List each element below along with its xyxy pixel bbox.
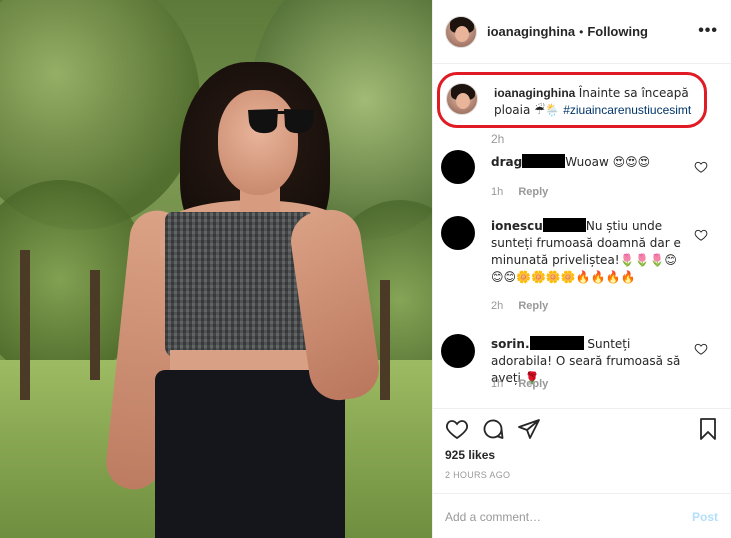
caption-highlight: ioanaginghina Înainte sa înceapă ploaia … — [437, 72, 707, 128]
post-side-panel: ioanaginghina • Following ••• ioanagingh… — [432, 0, 731, 538]
caption-username[interactable]: ioanaginghina — [494, 86, 575, 100]
post-button[interactable]: Post — [692, 510, 718, 524]
comment-text: drag Wuoaw 😍😍😍 — [491, 154, 687, 171]
caption-text: ioanaginghina Înainte sa înceapă ploaia … — [494, 85, 699, 119]
redaction-box — [522, 154, 566, 168]
bookmark-icon[interactable] — [696, 417, 720, 441]
comment-composer: Add a comment… Post — [433, 493, 731, 538]
like-heart-icon[interactable] — [445, 417, 469, 441]
comment-bubble-icon[interactable] — [481, 417, 505, 441]
tree-trunk — [380, 280, 390, 400]
post-header: ioanaginghina • Following ••• — [433, 0, 731, 64]
avatar[interactable] — [441, 150, 475, 184]
comment-text: ionescu Nu știu unde sunteți frumoasă doa… — [491, 218, 687, 286]
comment-meta: 2h Reply — [491, 300, 548, 312]
caption-time: 2h — [491, 132, 505, 146]
avatar[interactable] — [441, 334, 475, 368]
avatar[interactable] — [446, 83, 478, 115]
likes-count[interactable]: 925 likes — [445, 448, 495, 462]
share-send-icon[interactable] — [517, 417, 541, 441]
tree-trunk — [20, 250, 30, 400]
post-photo[interactable] — [0, 0, 432, 538]
redaction-box — [529, 336, 584, 350]
avatar[interactable] — [445, 15, 477, 48]
comment-time: 2h — [491, 300, 504, 312]
sunglasses — [248, 109, 314, 134]
following-button[interactable]: Following — [587, 24, 648, 39]
comment-username[interactable]: drag — [491, 155, 522, 169]
comment-time: 1h — [491, 186, 504, 198]
avatar[interactable] — [441, 216, 475, 250]
author-username[interactable]: ioanaginghina — [487, 24, 575, 39]
comment-input[interactable]: Add a comment… — [445, 510, 541, 524]
action-bar — [433, 408, 731, 448]
heart-icon[interactable] — [694, 160, 708, 174]
comment-time: 1h — [491, 378, 504, 390]
comments-list[interactable]: ioanaginghina Înainte sa înceapă ploaia … — [433, 64, 731, 408]
heart-icon[interactable] — [694, 228, 708, 242]
comment-meta: 1h Reply — [491, 378, 548, 390]
comment-body: Wuoaw 😍😍😍 — [565, 155, 651, 169]
reply-button[interactable]: Reply — [518, 300, 548, 312]
more-options-icon[interactable]: ••• — [698, 22, 718, 40]
heart-icon[interactable] — [694, 342, 708, 356]
comment-username[interactable]: ionescu — [491, 219, 543, 233]
tree-trunk — [90, 270, 100, 380]
post-timestamp: 2 HOURS AGO — [445, 470, 511, 480]
person-pants — [155, 370, 345, 538]
hashtag-link[interactable]: #ziuaincarenustiucesimt — [563, 103, 691, 117]
reply-button[interactable]: Reply — [518, 186, 548, 198]
comment-meta: 1h Reply — [491, 186, 548, 198]
redaction-box — [542, 218, 586, 232]
reply-button[interactable]: Reply — [518, 378, 548, 390]
separator-dot: • — [579, 24, 584, 39]
comment-username[interactable]: sorin. — [491, 337, 530, 351]
